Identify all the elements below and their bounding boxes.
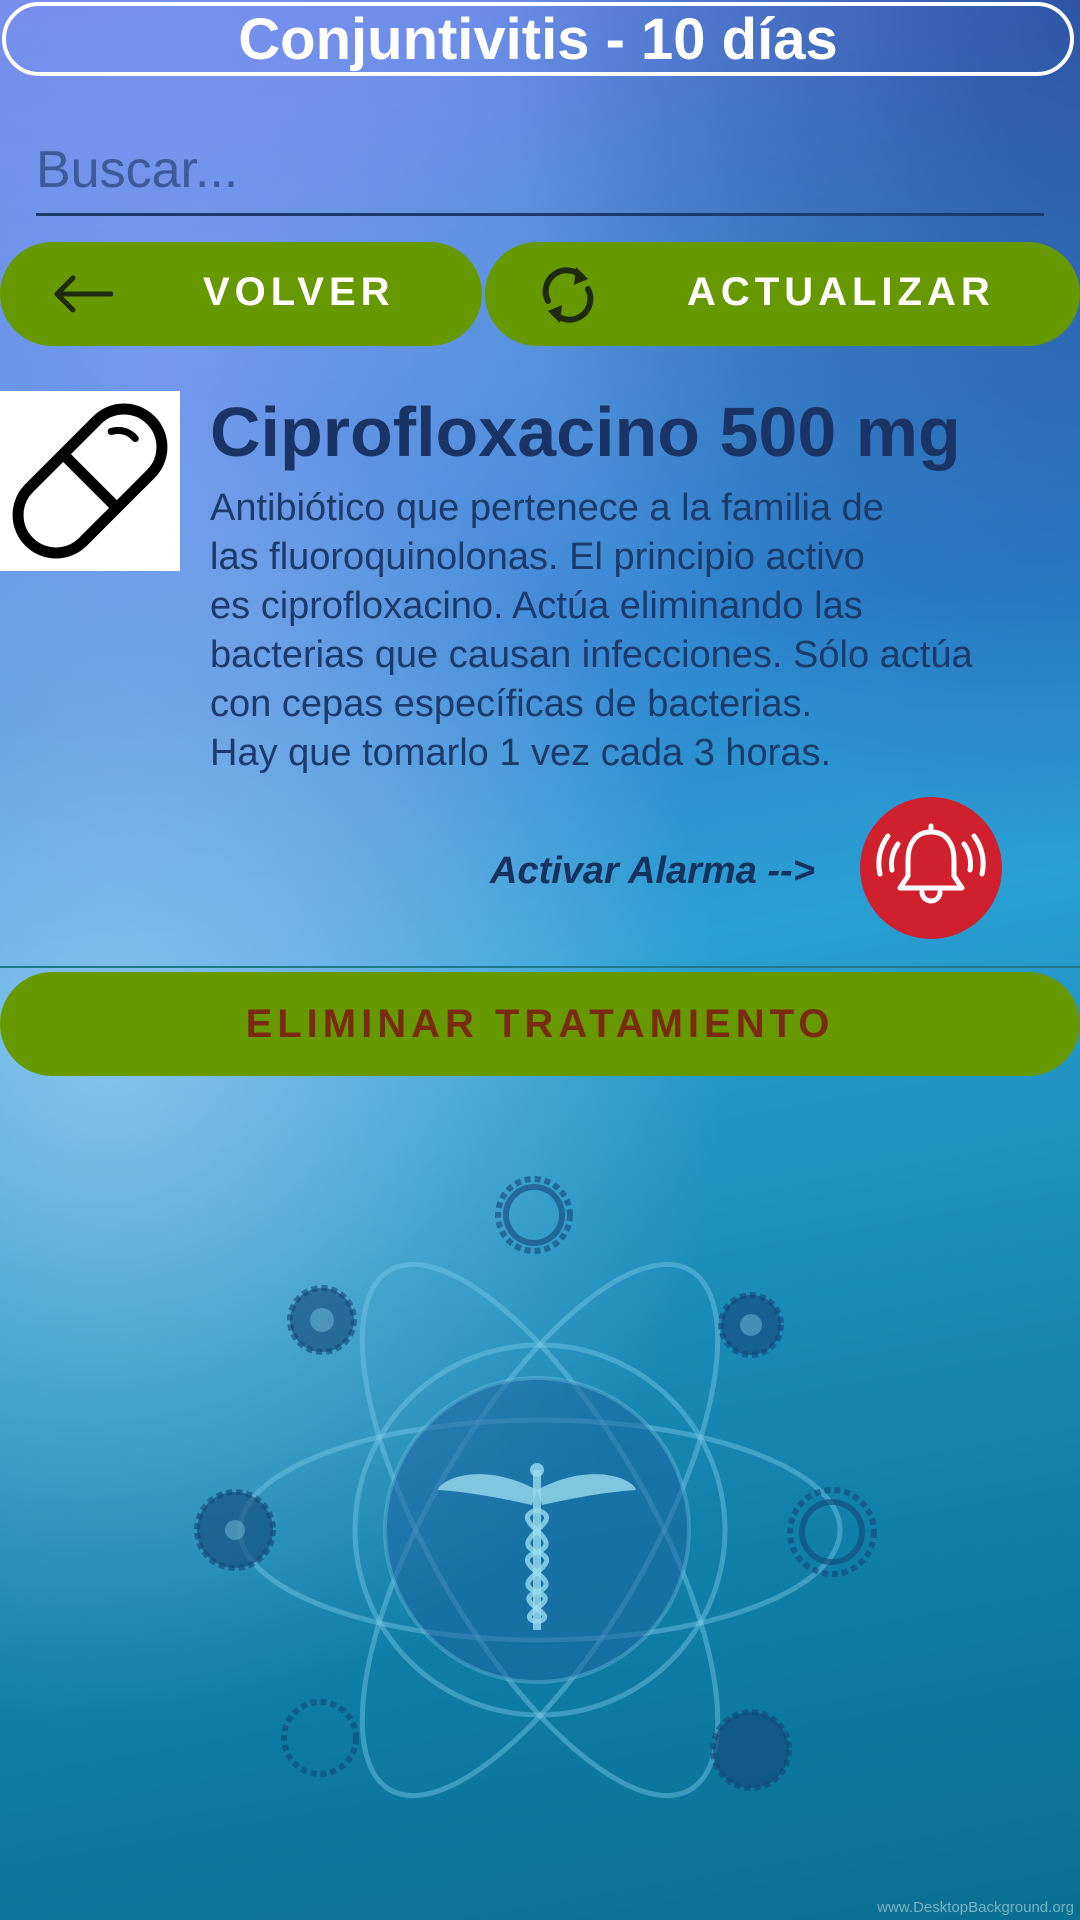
description-line: Antibiótico que pertenece a la familia d… xyxy=(210,487,884,529)
refresh-button[interactable]: ACTUALIZAR xyxy=(485,242,1080,346)
description-line: Hay que tomarlo 1 vez cada 3 horas. xyxy=(210,732,832,774)
alarm-button[interactable] xyxy=(860,797,1002,939)
refresh-button-label: ACTUALIZAR xyxy=(687,270,995,314)
description-line: bacterias que causan infecciones. Sólo a… xyxy=(210,634,973,676)
back-button[interactable]: VOLVER xyxy=(0,242,482,346)
delete-treatment-button[interactable]: ELIMINAR TRATAMIENTO xyxy=(0,972,1080,1076)
caduceus-atom-illustration xyxy=(180,1160,900,1820)
title-bar: Conjuntivitis - 10 días xyxy=(2,2,1074,76)
page-title: Conjuntivitis - 10 días xyxy=(238,6,838,72)
description-line: con cepas específicas de bacterias. xyxy=(210,683,813,725)
alarm-label: Activar Alarma --> xyxy=(490,850,815,892)
search-input[interactable] xyxy=(36,130,1044,210)
alarm-bell-icon xyxy=(876,823,986,904)
watermark-text: www.DesktopBackground.org xyxy=(877,1899,1074,1916)
medicine-name: Ciprofloxacino 500 mg xyxy=(210,393,961,471)
refresh-icon xyxy=(535,262,601,328)
delete-treatment-label: ELIMINAR TRATAMIENTO xyxy=(245,1001,835,1046)
search-field xyxy=(36,130,1044,216)
arrow-left-icon xyxy=(50,266,116,322)
back-button-label: VOLVER xyxy=(203,270,395,314)
divider xyxy=(0,966,1080,968)
medicine-description: Antibiótico que pertenece a la familia d… xyxy=(210,484,1070,778)
description-line: es ciprofloxacino. Actúa eliminando las xyxy=(210,585,863,627)
description-line: las fluoroquinolonas. El principio activ… xyxy=(210,536,865,578)
pill-icon xyxy=(0,391,180,571)
